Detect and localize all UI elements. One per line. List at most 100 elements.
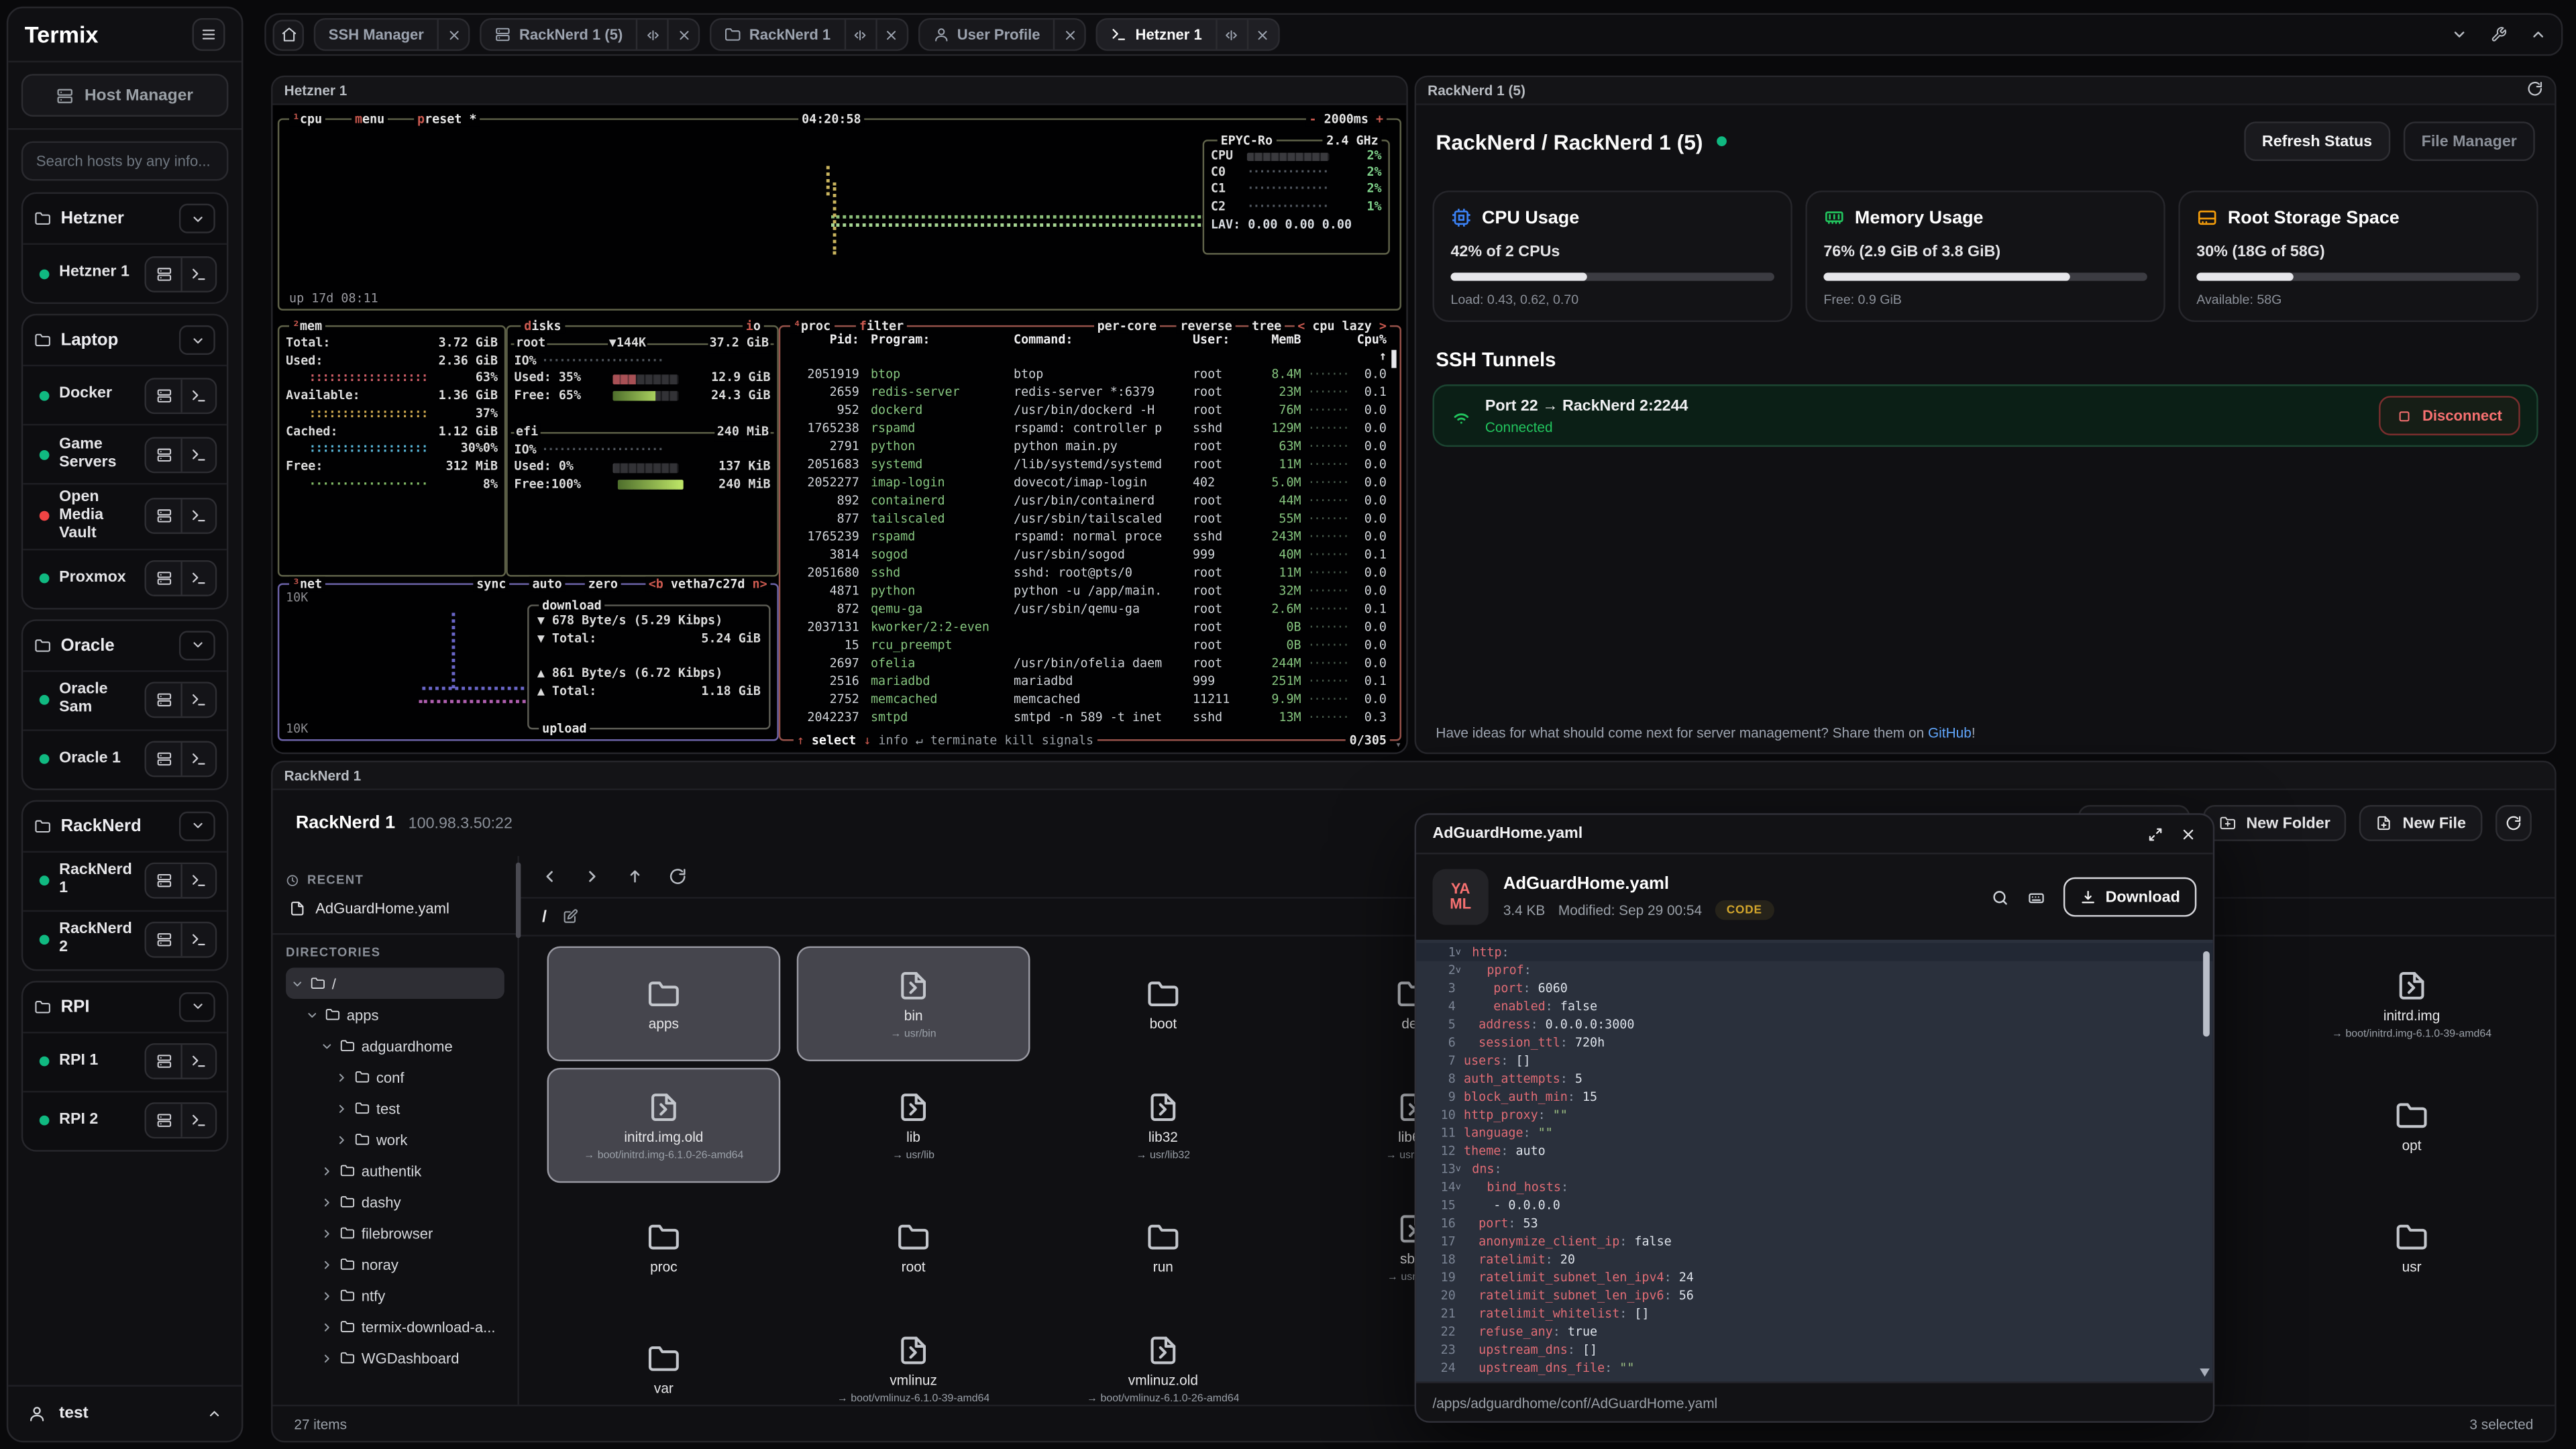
proc-scrollbar[interactable] [1391, 350, 1396, 368]
file-grid-item[interactable]: opt [2295, 1068, 2528, 1183]
expand-panel-button[interactable] [2522, 18, 2555, 51]
tree-item[interactable]: / [286, 967, 504, 999]
host-row[interactable]: Proxmox [23, 548, 227, 607]
group-collapse-button[interactable] [179, 204, 215, 233]
new-folder-button[interactable]: New Folder [2204, 805, 2347, 841]
expand-dialog-icon[interactable] [2147, 826, 2163, 842]
keyboard-icon[interactable] [2027, 888, 2045, 906]
close-tab-button[interactable] [875, 19, 906, 49]
process-row[interactable]: 1765239rspamdrspamd: normal processhd243… [780, 527, 1399, 545]
home-button[interactable] [273, 19, 305, 50]
process-row[interactable]: 2051683systemd/lib/systemd/systemdroot11… [780, 455, 1399, 473]
tree-item[interactable]: work [286, 1124, 504, 1155]
refresh-icon[interactable] [669, 867, 687, 885]
host-row[interactable]: RackNerd 1 [23, 851, 227, 910]
file-grid-item[interactable]: lib → usr/lib [797, 1068, 1030, 1183]
forward-icon[interactable] [583, 867, 601, 885]
tab[interactable]: RackNerd 1 [710, 18, 908, 51]
file-grid-item[interactable]: vmlinuz.old → boot/vmlinuz-6.1.0-26-amd6… [1046, 1311, 1280, 1405]
file-grid-item[interactable]: root [797, 1189, 1030, 1304]
group-header[interactable]: RPI [23, 982, 227, 1031]
split-tab-button[interactable] [636, 19, 667, 49]
host-terminal-button[interactable] [180, 257, 215, 290]
process-row[interactable]: 2051919btopbtoproot8.4M0.0 [780, 365, 1399, 383]
tree-item[interactable]: noray [286, 1248, 504, 1280]
group-header[interactable]: Laptop [23, 315, 227, 364]
host-stats-button[interactable] [146, 500, 180, 533]
file-manager-button[interactable]: File Manager [2404, 121, 2535, 161]
host-stats-button[interactable] [146, 257, 180, 290]
collapse-panel-button[interactable] [2443, 18, 2476, 51]
download-button[interactable]: Download [2063, 877, 2196, 917]
recent-file[interactable]: AdGuardHome.yaml [286, 896, 504, 922]
host-stats-button[interactable] [146, 1045, 180, 1078]
host-row[interactable]: Oracle 1 [23, 729, 227, 788]
sidebar-menu-button[interactable] [193, 18, 225, 51]
dialog-title-bar[interactable]: AdGuardHome.yaml [1416, 815, 2213, 855]
host-stats-button[interactable] [146, 1104, 180, 1137]
host-stats-button[interactable] [146, 378, 180, 411]
file-grid-item[interactable]: proc [547, 1189, 781, 1304]
host-row[interactable]: Oracle Sam [23, 670, 227, 729]
group-header[interactable]: Hetzner [23, 194, 227, 243]
group-collapse-button[interactable] [179, 811, 215, 841]
process-row[interactable]: 3814sogod/usr/sbin/sogod99940M0.1 [780, 545, 1399, 564]
file-grid-item[interactable]: bin → usr/bin [797, 947, 1030, 1061]
file-grid-item[interactable]: lib32 → usr/lib32 [1046, 1068, 1280, 1183]
process-row[interactable]: 2791pythonpython main.pyroot63M0.0 [780, 437, 1399, 455]
file-grid-item[interactable]: usr [2295, 1189, 2528, 1304]
group-header[interactable]: RackNerd [23, 802, 227, 851]
close-dialog-icon[interactable] [2180, 826, 2196, 842]
process-row[interactable]: 2752memcachedmemcached112119.9M0.0 [780, 690, 1399, 708]
file-grid-item[interactable]: run [1046, 1189, 1280, 1304]
host-terminal-button[interactable] [180, 1104, 215, 1137]
tree-item[interactable]: filebrowser [286, 1218, 504, 1249]
file-grid-item[interactable]: apps [547, 947, 781, 1061]
code-scrollbar[interactable] [2203, 945, 2210, 1377]
process-row[interactable]: 2052277imap-logindovecot/imap-login4025.… [780, 473, 1399, 491]
refresh-files-button[interactable] [2496, 805, 2532, 841]
process-row[interactable]: 892containerd/usr/bin/containerdroot44M0… [780, 491, 1399, 509]
process-row[interactable]: 2516mariadbdmariadbd999251M0.1 [780, 672, 1399, 690]
back-icon[interactable] [541, 867, 559, 885]
close-tab-button[interactable] [437, 19, 469, 49]
fold-icon[interactable] [1456, 965, 1464, 975]
split-tab-button[interactable] [1215, 19, 1246, 49]
tab[interactable]: SSH Manager [314, 18, 470, 51]
host-terminal-button[interactable] [180, 378, 215, 411]
file-grid-item[interactable]: vmlinuz → boot/vmlinuz-6.1.0-39-amd64 [797, 1311, 1030, 1405]
terminal-pane-header[interactable]: Hetzner 1 [273, 77, 1407, 105]
tree-scrollbar[interactable] [516, 863, 521, 938]
pane-refresh-button[interactable] [2527, 80, 2543, 100]
server-pane-header[interactable]: RackNerd 1 (5) [1416, 77, 2555, 105]
tree-item[interactable]: ntfy [286, 1280, 504, 1311]
files-pane-header[interactable]: RackNerd 1 [273, 762, 2555, 790]
process-row[interactable]: 2697ofelia/usr/bin/ofelia daemroot244M0.… [780, 654, 1399, 672]
process-row[interactable]: 952dockerd/usr/bin/dockerd -Hroot76M0.0 [780, 401, 1399, 419]
group-collapse-button[interactable] [179, 631, 215, 660]
tree-item[interactable]: adguardhome [286, 1030, 504, 1062]
new-file-button[interactable]: New File [2360, 805, 2483, 841]
tree-item[interactable]: test [286, 1093, 504, 1124]
host-row[interactable]: RPI 2 [23, 1091, 227, 1150]
host-terminal-button[interactable] [180, 743, 215, 776]
process-row[interactable]: 2042237smtpdsmtpd -n 589 -t inetsshd13M0… [780, 708, 1399, 727]
code-editor[interactable]: 1http 2 pprof 3 port6060 4 enabledfalse … [1416, 940, 2213, 1382]
process-row[interactable]: 4871pythonpython -u /app/main.root32M0.0 [780, 582, 1399, 600]
host-row[interactable]: Docker [23, 365, 227, 424]
refresh-status-button[interactable]: Refresh Status [2244, 121, 2390, 161]
host-terminal-button[interactable] [180, 865, 215, 898]
tab[interactable]: RackNerd 1 (5) [480, 18, 700, 51]
search-input[interactable] [21, 142, 229, 181]
tools-button[interactable] [2482, 18, 2515, 51]
tree-item[interactable]: apps [286, 999, 504, 1030]
host-row[interactable]: RPI 1 [23, 1031, 227, 1090]
host-manager-button[interactable]: Host Manager [21, 74, 229, 117]
host-stats-button[interactable] [146, 438, 180, 471]
group-collapse-button[interactable] [179, 325, 215, 355]
host-terminal-button[interactable] [180, 562, 215, 595]
host-stats-button[interactable] [146, 684, 180, 716]
group-header[interactable]: Oracle [23, 621, 227, 669]
file-grid-item[interactable]: var [547, 1311, 781, 1405]
process-row[interactable]: 872qemu-ga/usr/sbin/qemu-garoot2.6M0.1 [780, 600, 1399, 618]
